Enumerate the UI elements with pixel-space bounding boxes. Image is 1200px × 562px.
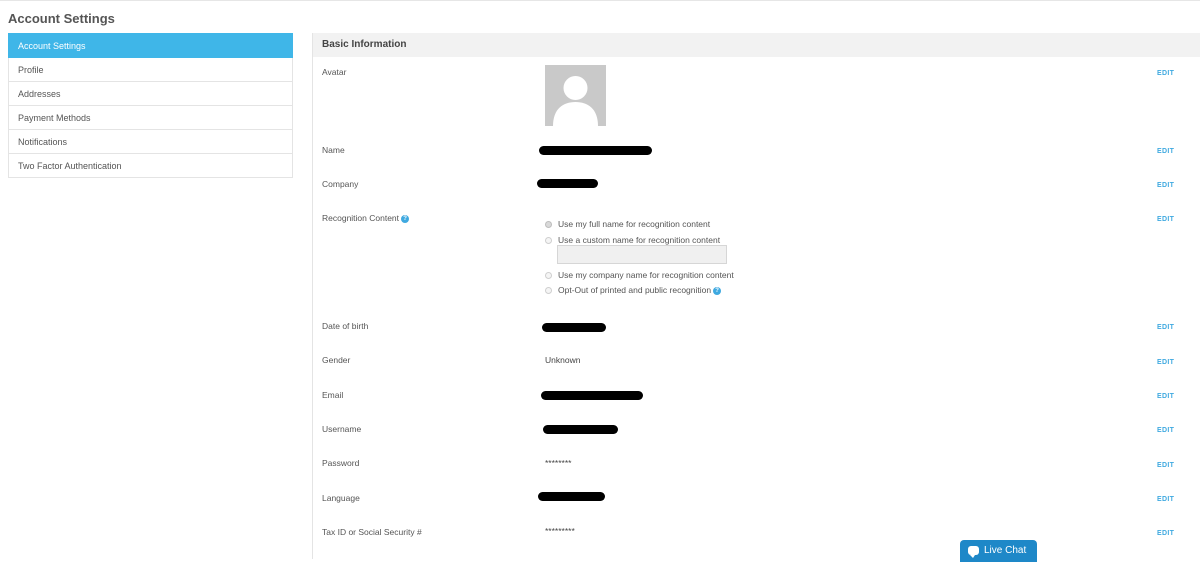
radio-icon[interactable] [545, 287, 552, 295]
username-label: Username [322, 424, 362, 434]
sidebar-item-addresses[interactable]: Addresses [8, 82, 293, 106]
tax-id-edit-link[interactable]: EDIT [1157, 530, 1174, 537]
custom-name-input[interactable] [557, 245, 727, 264]
settings-sidebar: Account Settings Profile Addresses Payme… [8, 33, 293, 178]
radio-icon[interactable] [545, 272, 552, 280]
help-icon[interactable]: ? [713, 286, 722, 295]
company-label: Company [322, 179, 359, 189]
company-value-redacted [537, 179, 598, 188]
name-value-redacted [539, 146, 652, 155]
sidebar-item-account-settings[interactable]: Account Settings [8, 33, 293, 58]
sidebar-item-payment-methods[interactable]: Payment Methods [8, 106, 293, 130]
name-edit-link[interactable]: EDIT [1157, 148, 1174, 155]
recognition-option-custom-name[interactable]: Use a custom name for recognition conten… [545, 235, 720, 245]
recognition-option-opt-out[interactable]: Opt-Out of printed and public recognitio… [545, 285, 722, 295]
recognition-option-label: Use my company name for recognition cont… [558, 270, 734, 280]
avatar-label: Avatar [322, 67, 347, 77]
sidebar-item-notifications[interactable]: Notifications [8, 130, 293, 154]
password-edit-link[interactable]: EDIT [1157, 462, 1174, 469]
main-panel: Basic Information Avatar EDIT Name EDIT … [312, 33, 1200, 559]
recognition-content-label-text: Recognition Content [322, 213, 400, 223]
email-edit-link[interactable]: EDIT [1157, 393, 1174, 400]
name-label: Name [322, 145, 345, 155]
help-icon[interactable]: ? [401, 214, 410, 223]
sidebar-item-profile[interactable]: Profile [8, 58, 293, 82]
tax-id-value: ********* [545, 526, 575, 536]
username-value-redacted [543, 425, 618, 434]
language-label: Language [322, 493, 360, 503]
password-label: Password [322, 458, 360, 468]
sidebar-item-two-factor-authentication[interactable]: Two Factor Authentication [8, 154, 293, 178]
avatar [545, 65, 606, 126]
username-edit-link[interactable]: EDIT [1157, 427, 1174, 434]
password-value: ******** [545, 458, 572, 468]
radio-checked-icon[interactable] [545, 221, 552, 229]
email-value-redacted [541, 391, 643, 400]
gender-edit-link[interactable]: EDIT [1157, 359, 1174, 366]
avatar-placeholder-icon [553, 76, 598, 126]
recognition-option-company-name[interactable]: Use my company name for recognition cont… [545, 270, 734, 280]
recognition-content-edit-link[interactable]: EDIT [1157, 216, 1174, 223]
page-title: Account Settings [8, 11, 115, 26]
recognition-option-label: Use my full name for recognition content [558, 219, 711, 229]
chat-bubble-icon [968, 546, 979, 558]
gender-value: Unknown [545, 355, 581, 365]
dob-value-redacted [542, 323, 606, 332]
recognition-option-full-name[interactable]: Use my full name for recognition content [545, 219, 710, 229]
language-value-redacted [538, 492, 605, 501]
tax-id-label: Tax ID or Social Security # [322, 527, 422, 537]
email-label: Email [322, 390, 344, 400]
section-title: Basic Information [313, 33, 1200, 57]
recognition-option-label: Opt-Out of printed and public recognitio… [558, 285, 712, 295]
dob-label: Date of birth [322, 321, 369, 331]
recognition-option-label: Use a custom name for recognition conten… [558, 235, 721, 245]
avatar-edit-link[interactable]: EDIT [1157, 70, 1174, 77]
recognition-content-label: Recognition Content? [322, 213, 410, 223]
radio-icon[interactable] [545, 237, 552, 245]
language-edit-link[interactable]: EDIT [1157, 496, 1174, 503]
dob-edit-link[interactable]: EDIT [1157, 324, 1174, 331]
company-edit-link[interactable]: EDIT [1157, 182, 1174, 189]
top-divider [0, 0, 1200, 1]
gender-label: Gender [322, 355, 351, 365]
